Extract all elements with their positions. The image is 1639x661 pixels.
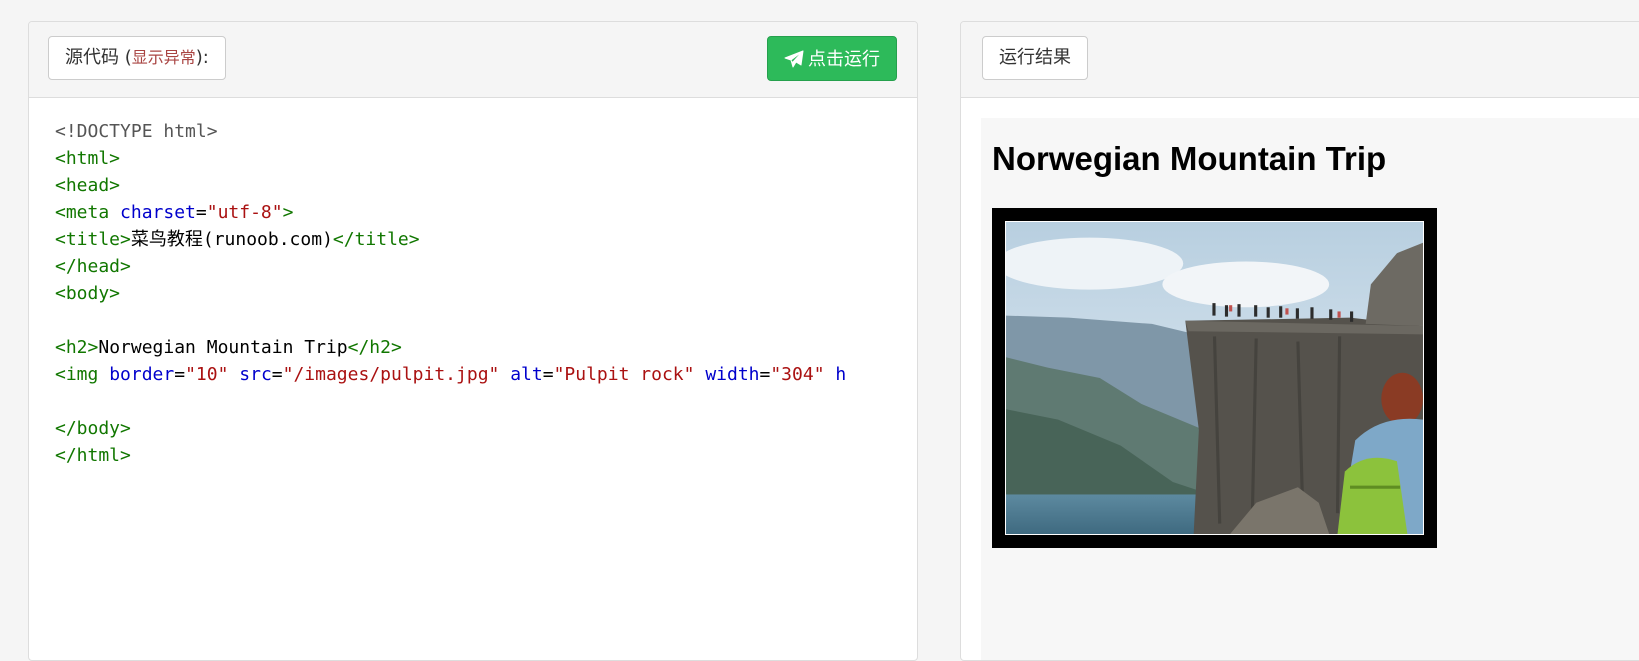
run-button[interactable]: 点击运行 [767, 36, 897, 81]
code-token-text: = [271, 364, 283, 385]
code-token-attr: alt [510, 364, 543, 385]
code-token-tag: <h2> [55, 337, 99, 358]
code-token-text: = [195, 202, 207, 223]
code-token-tag: <html> [55, 148, 121, 169]
code-line: <html> [55, 145, 917, 172]
code-token-str: "utf-8" [206, 202, 283, 223]
code-line: <h2>Norwegian Mountain Trip</h2> [55, 334, 917, 361]
code-token-text: Norwegian Mountain Trip [98, 337, 348, 358]
result-panel: 运行结果 Norwegian Mountain Trip [960, 21, 1639, 661]
code-token-str: "304" [770, 364, 825, 385]
code-line: </head> [55, 253, 917, 280]
code-token-tag: <head> [55, 175, 121, 196]
code-token-tag: </body> [55, 418, 131, 439]
result-label: 运行结果 [982, 36, 1088, 80]
run-button-label: 点击运行 [808, 49, 880, 70]
code-token-doc: <!DOCTYPE html> [55, 121, 218, 142]
code-token-str: "/images/pulpit.jpg" [282, 364, 500, 385]
code-line: </body> [55, 415, 917, 442]
code-token-tag: > [282, 202, 294, 223]
code-token-str: "10" [185, 364, 229, 385]
pulpit-rock-photo [1005, 221, 1424, 535]
code-token-tag: </h2> [347, 337, 402, 358]
source-code-label: 源代码 (显示异常): [48, 36, 226, 80]
code-line: <meta charset="utf-8"> [55, 199, 917, 226]
code-token-attr: charset [120, 202, 196, 223]
code-token-tag: <body> [55, 283, 121, 304]
code-token-text: = [542, 364, 554, 385]
code-token-text: = [174, 364, 186, 385]
code-token-text: = [759, 364, 771, 385]
code-token-tag: </html> [55, 445, 131, 466]
title-paren-close: ): [195, 47, 209, 68]
code-token-tag: </title> [332, 229, 420, 250]
result-panel-header: 运行结果 [961, 22, 1639, 98]
code-token-attr: src [239, 364, 272, 385]
code-token-text: 菜鸟教程(runoob.com) [130, 229, 333, 250]
source-code-panel: 源代码 (显示异常): 点击运行 <!DOCTYPE html> <html> <h… [28, 21, 918, 661]
source-title: 源代码 [65, 47, 119, 68]
code-line: <!DOCTYPE html> [55, 118, 917, 145]
code-token-attr: h [835, 364, 847, 385]
code-token-attr: width [705, 364, 760, 385]
source-panel-header: 源代码 (显示异常): 点击运行 [29, 22, 917, 98]
code-line: <head> [55, 172, 917, 199]
code-line: <title>菜鸟教程(runoob.com)</title> [55, 226, 917, 253]
code-line: </html> [55, 442, 917, 469]
code-token-tag: </head> [55, 256, 131, 277]
paper-plane-icon [784, 50, 804, 68]
title-paren-open: ( [119, 47, 132, 68]
result-frame: Norwegian Mountain Trip [981, 118, 1639, 660]
code-editor[interactable]: <!DOCTYPE html> <html> <head> <meta charset… [55, 118, 917, 469]
code-line: <img border="10" src="/images/pulpit.jpg… [55, 361, 917, 388]
code-token-attr: border [109, 364, 175, 385]
photo-border [992, 208, 1437, 548]
code-token-tag: <meta [55, 202, 121, 223]
show-error-link[interactable]: 显示异常 [132, 48, 196, 67]
result-heading: Norwegian Mountain Trip [992, 140, 1387, 177]
code-line: <body> [55, 280, 917, 307]
code-token-tag: <img [55, 364, 110, 385]
code-token-tag: <title> [55, 229, 131, 250]
code-token-str: "Pulpit rock" [553, 364, 695, 385]
